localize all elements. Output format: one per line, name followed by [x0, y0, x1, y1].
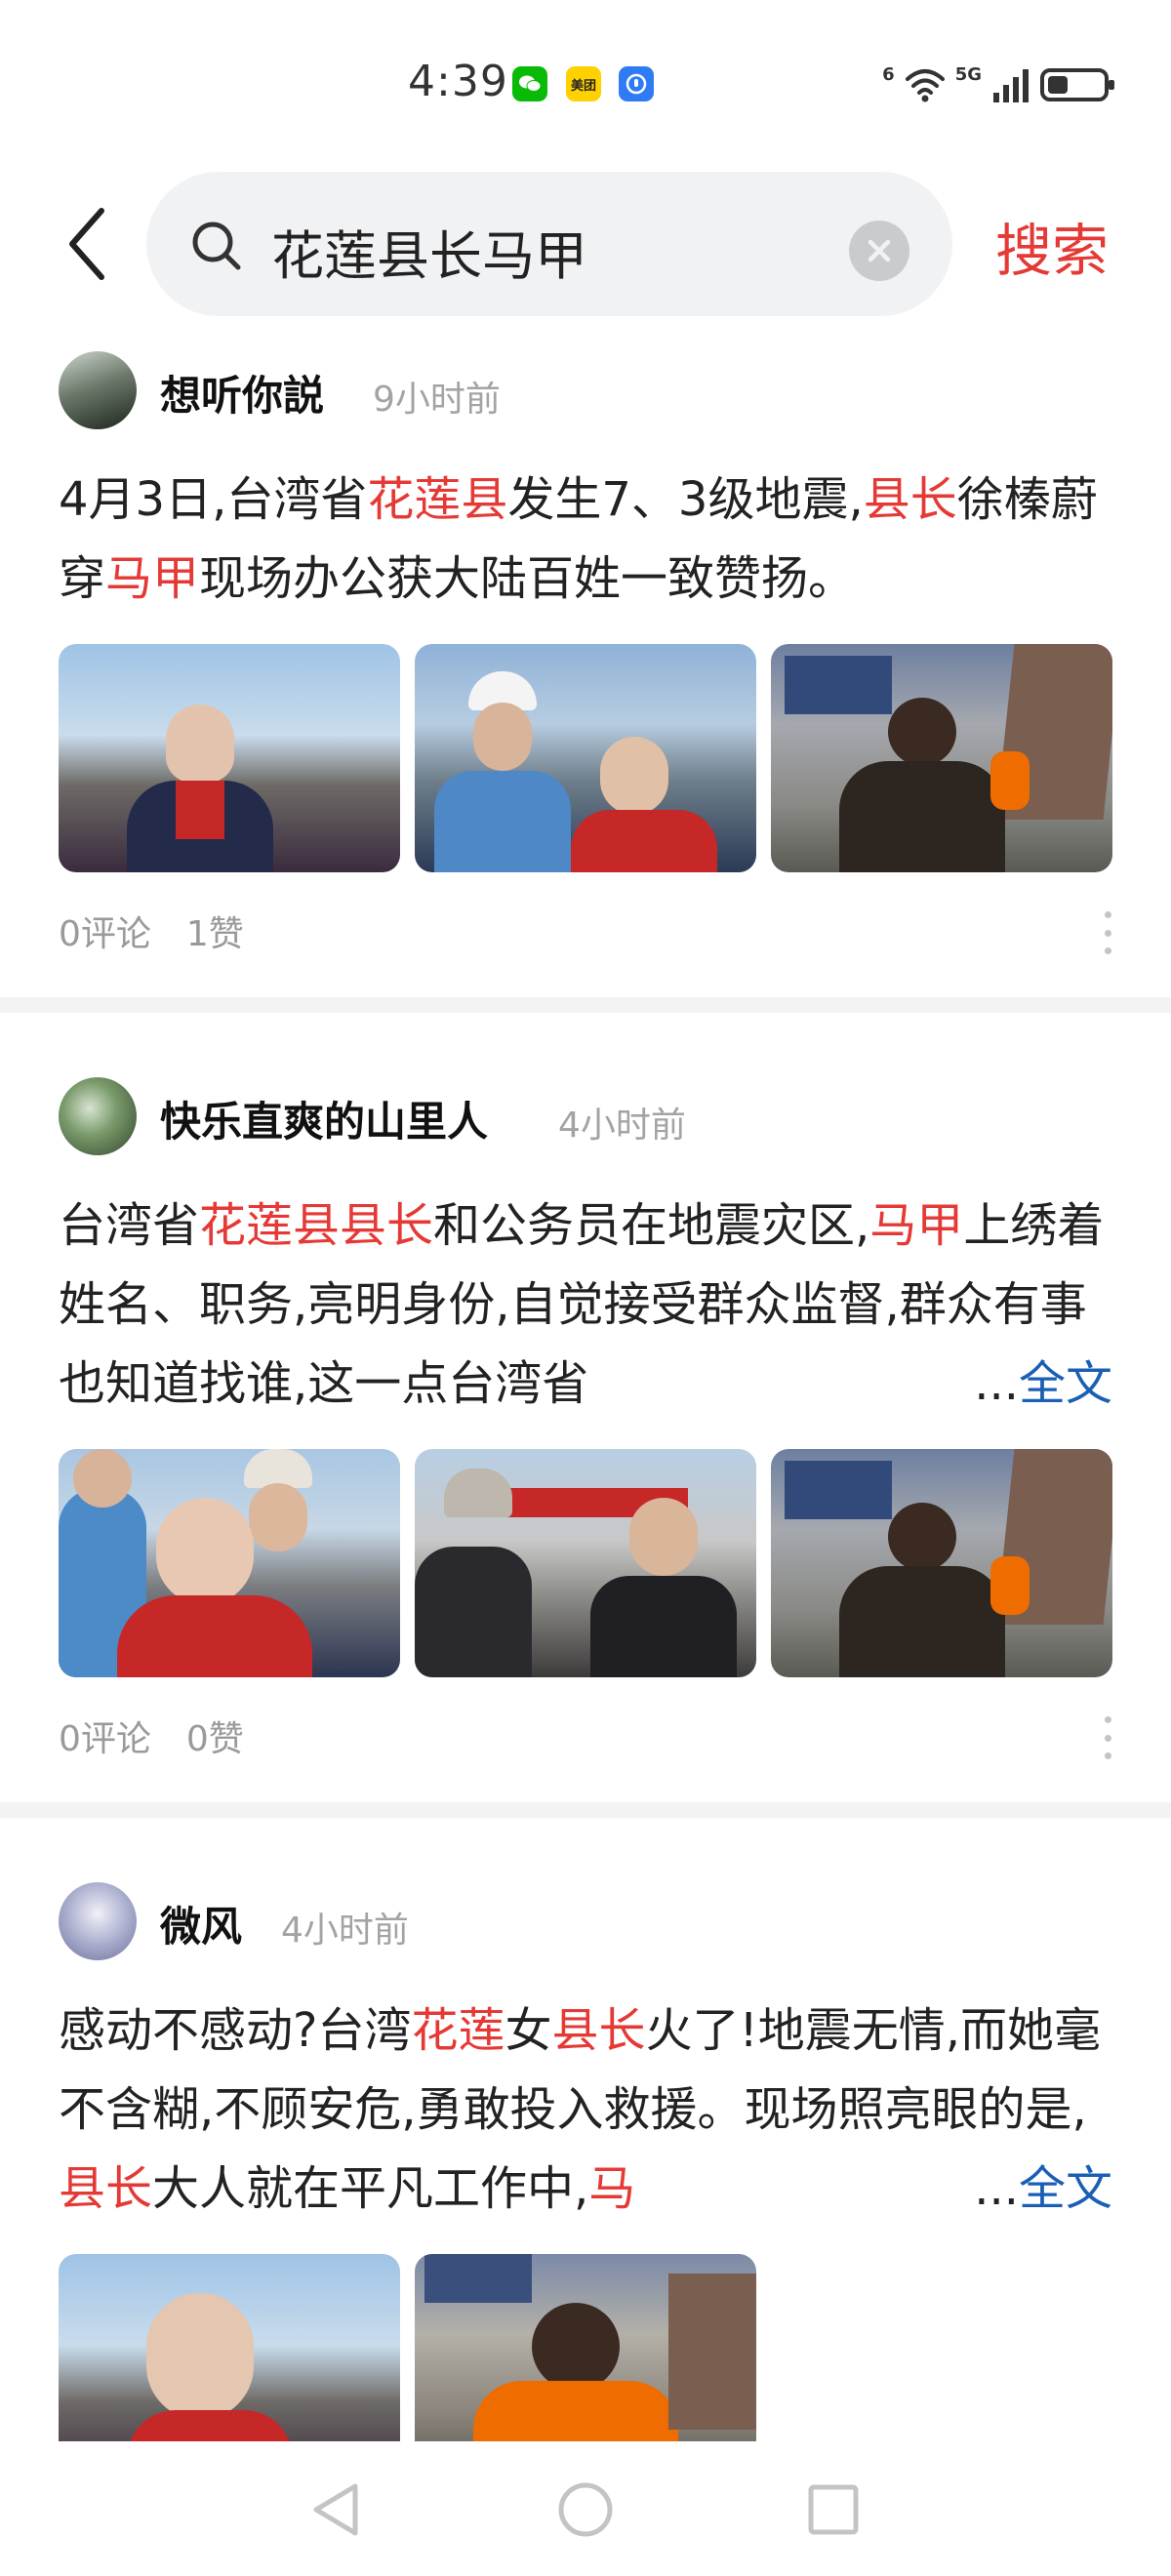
- meituan-icon: 美团: [566, 66, 601, 101]
- more-options-icon[interactable]: [1103, 911, 1112, 954]
- comment-count[interactable]: 0评论: [59, 914, 151, 954]
- results-feed[interactable]: 想听你説 9小时前 4月3日,台湾省花莲县发生7、3级地震,县长徐榛蔚穿马甲现场…: [0, 342, 1171, 2441]
- status-indicators: 6 5G: [882, 60, 1114, 109]
- nav-back-button[interactable]: [297, 2471, 375, 2549]
- text-segment: 感动不感动?台湾: [59, 2003, 412, 2058]
- text-segment: 大人就在平凡工作中,: [152, 2161, 589, 2216]
- divider: [0, 997, 1171, 1013]
- highlight-segment: 马: [588, 2161, 636, 2216]
- full-text-link[interactable]: 全文: [1019, 2161, 1112, 2216]
- post-text[interactable]: 感动不感动?台湾花莲女县长火了!地震无情,而她毫不含糊,不顾安危,勇敢投入救援。…: [59, 1992, 1112, 2229]
- highlight-segment: 花莲: [411, 2003, 505, 2058]
- post-stats: 0评论 1赞: [59, 906, 1112, 954]
- post-time: 4小时前: [281, 1911, 409, 1951]
- author-name[interactable]: 快乐直爽的山里人: [160, 1089, 488, 1148]
- search-input[interactable]: 花莲县长马甲: [271, 213, 587, 290]
- post-image[interactable]: [771, 1449, 1112, 1677]
- search-icon: [192, 221, 241, 270]
- ellipsis: ...: [974, 2161, 1019, 2216]
- text-segment: 现场办公获大陆百姓一致赞扬。: [199, 551, 856, 606]
- post-header: 微风 4小时前: [0, 1872, 1171, 1970]
- circle-home-icon: [558, 2482, 613, 2537]
- ellipsis: ...: [974, 1356, 1019, 1411]
- post-image[interactable]: [771, 644, 1112, 872]
- search-box[interactable]: 花莲县长马甲: [146, 172, 952, 316]
- post-image[interactable]: [59, 1449, 400, 1677]
- search-button[interactable]: 搜索: [995, 205, 1109, 287]
- post-images: [59, 644, 1112, 872]
- status-bar: 4:39 美团 6 5G: [0, 0, 1171, 166]
- highlight-segment: 马甲: [105, 551, 200, 606]
- close-icon: [868, 239, 891, 262]
- author-name[interactable]: 微风: [160, 1894, 242, 1953]
- chevron-left-icon: [69, 208, 104, 280]
- status-time: 4:39: [408, 57, 508, 106]
- post-image[interactable]: [415, 2254, 756, 2441]
- nav-home-button[interactable]: [546, 2471, 625, 2549]
- signal-icon: [993, 69, 1029, 102]
- app-icon: [619, 66, 654, 101]
- full-text-link[interactable]: 全文: [1019, 1356, 1112, 1411]
- wifi-icon: [905, 69, 945, 102]
- triangle-back-icon: [313, 2483, 358, 2536]
- back-button[interactable]: [57, 207, 115, 281]
- wechat-icon: [512, 66, 547, 101]
- post-card[interactable]: 微风 4小时前 感动不感动?台湾花莲女县长火了!地震无情,而她毫不含糊,不顾安危…: [0, 1872, 1171, 2441]
- text-segment: 和公务员在地震灾区,: [433, 1198, 870, 1253]
- text-segment: 发生7、3级地震,: [507, 472, 864, 527]
- avatar[interactable]: [59, 1077, 137, 1155]
- post-image[interactable]: [59, 644, 400, 872]
- highlight-segment: 县长: [551, 2003, 646, 2058]
- avatar[interactable]: [59, 1882, 137, 1960]
- clear-search-button[interactable]: [849, 221, 909, 281]
- system-nav-bar: [0, 2441, 1171, 2576]
- avatar[interactable]: [59, 351, 137, 429]
- text-segment: 女: [505, 2003, 552, 2058]
- post-text[interactable]: 台湾省花莲县县长和公务员在地震灾区,马甲上绣着姓名、职务,亮明身份,自觉接受群众…: [59, 1187, 1112, 1424]
- more-options-icon[interactable]: [1103, 1716, 1112, 1759]
- post-image[interactable]: [59, 2254, 400, 2441]
- battery-icon: [1040, 68, 1114, 101]
- meituan-label: 美团: [570, 78, 596, 94]
- highlight-segment: 花莲县县长: [199, 1198, 434, 1253]
- post-header: 快乐直爽的山里人 4小时前: [0, 1067, 1171, 1165]
- like-count[interactable]: 1赞: [186, 914, 244, 954]
- expand-link[interactable]: ...全文: [956, 2150, 1112, 2229]
- text-segment: 台湾省: [59, 1198, 200, 1253]
- search-header: 花莲县长马甲 搜索: [0, 166, 1171, 322]
- text-segment: 4月3日,台湾省: [59, 472, 368, 527]
- author-name[interactable]: 想听你説: [160, 363, 324, 423]
- like-count[interactable]: 0赞: [186, 1719, 244, 1759]
- post-images: [59, 1449, 1112, 1677]
- highlight-segment: 县长: [59, 2161, 153, 2216]
- post-card[interactable]: 快乐直爽的山里人 4小时前 台湾省花莲县县长和公务员在地震灾区,马甲上绣着姓名、…: [0, 1067, 1171, 1818]
- post-image[interactable]: [415, 1449, 756, 1677]
- post-card[interactable]: 想听你説 9小时前 4月3日,台湾省花莲县发生7、3级地震,县长徐榛蔚穿马甲现场…: [0, 342, 1171, 1013]
- highlight-segment: 花莲县: [367, 472, 508, 527]
- wifi-badge: 6: [882, 64, 895, 85]
- divider: [0, 1802, 1171, 1818]
- post-stats: 0评论 0赞: [59, 1711, 1112, 1759]
- network-label: 5G: [954, 64, 982, 85]
- post-image[interactable]: [415, 644, 756, 872]
- post-header: 想听你説 9小时前: [0, 342, 1171, 439]
- highlight-segment: 马甲: [869, 1198, 964, 1253]
- post-text[interactable]: 4月3日,台湾省花莲县发生7、3级地震,县长徐榛蔚穿马甲现场办公获大陆百姓一致赞…: [59, 461, 1112, 619]
- expand-link[interactable]: ...全文: [956, 1345, 1112, 1424]
- highlight-segment: 县长: [863, 472, 957, 527]
- nav-recents-button[interactable]: [794, 2471, 872, 2549]
- post-time: 4小时前: [558, 1106, 686, 1146]
- comment-count[interactable]: 0评论: [59, 1719, 151, 1759]
- square-recents-icon: [808, 2484, 859, 2535]
- post-time: 9小时前: [373, 380, 501, 420]
- post-images: [59, 2254, 1112, 2441]
